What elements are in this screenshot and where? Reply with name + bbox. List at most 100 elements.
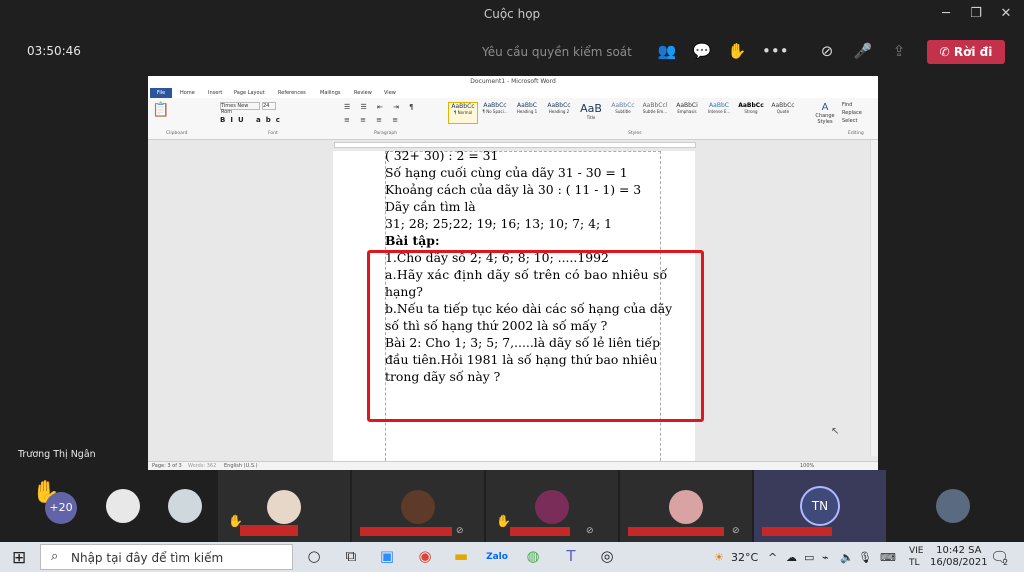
redacted-name: [762, 527, 832, 536]
style-strong[interactable]: AaBbCc Strong: [736, 102, 766, 124]
style-subtitle[interactable]: AaBbCc Subtitle: [608, 102, 638, 124]
style-intense-emphasis[interactable]: AaBbC Intense E...: [704, 102, 734, 124]
doc-line-heading: Bài tập:: [385, 233, 440, 248]
style-subtle-emphasis[interactable]: AaBbCcl Subtle Em...: [640, 102, 670, 124]
windows-start-icon[interactable]: ⊞: [12, 548, 26, 568]
battery-icon[interactable]: ▭: [804, 551, 814, 564]
style-normal[interactable]: AaBbCc ¶ Normal: [448, 102, 478, 124]
avatar[interactable]: [168, 489, 202, 523]
participant-tile-speaking[interactable]: TN: [754, 470, 886, 542]
word-title: Document1 - Microsoft Word: [148, 76, 878, 88]
app-icon[interactable]: ◎: [596, 547, 618, 567]
presenter-name: Trương Thị Ngân: [18, 449, 96, 460]
avatar: [535, 490, 569, 524]
status-language: English (U.S.): [224, 463, 258, 469]
notification-count: 2: [1003, 558, 1009, 567]
participant-tile[interactable]: ⊘: [352, 470, 484, 542]
doc-line: Khoảng cách của dãy là 30 : ( 11 - 1) = …: [385, 182, 642, 197]
taskbar-search-input[interactable]: ⌕ Nhập tại đây để tìm kiếm: [40, 544, 293, 570]
browser-icon[interactable]: ◍: [522, 547, 544, 567]
tab-file[interactable]: File: [150, 88, 172, 98]
replace-button[interactable]: Replace: [842, 109, 862, 117]
share-icon[interactable]: ⇪: [888, 42, 910, 62]
redacted-name: [240, 525, 298, 536]
leave-button[interactable]: ✆ Rời đi: [927, 40, 1005, 64]
ribbon-tabs: File Home Insert Page Layout References …: [148, 88, 878, 98]
status-words: Words: 362: [188, 463, 217, 469]
redacted-name: [628, 527, 724, 536]
paragraph-buttons[interactable]: ☰ ☰ ⇤ ⇥ ¶: [344, 103, 418, 111]
minimize-icon[interactable]: ─: [934, 6, 958, 21]
task-view-icon[interactable]: ⧉: [340, 547, 362, 567]
doc-line: Dãy cần tìm là: [385, 199, 476, 214]
doc-line: 31; 28; 25;22; 19; 16; 13; 10; 7; 4; 1: [385, 216, 612, 231]
mic-off-icon: ⊘: [732, 526, 740, 536]
request-control-button[interactable]: Yêu cầu quyền kiểm soát: [482, 45, 632, 59]
find-button[interactable]: Find: [842, 101, 862, 109]
raise-hand-icon: ✋: [496, 514, 511, 528]
mic-icon[interactable]: 🎤: [852, 42, 874, 62]
meeting-timer: 03:50:46: [27, 44, 81, 58]
weather-icon[interactable]: ☀: [714, 551, 724, 564]
tab-insert[interactable]: Insert: [208, 90, 222, 96]
group-clipboard: Clipboard: [166, 131, 188, 136]
teams-icon[interactable]: T: [560, 547, 582, 567]
style-title[interactable]: AaB Title: [576, 102, 606, 124]
tab-page-layout[interactable]: Page Layout: [234, 90, 265, 96]
select-button[interactable]: Select: [842, 117, 862, 125]
avatar: [267, 490, 301, 524]
avatar: [401, 490, 435, 524]
chat-icon[interactable]: 💬: [691, 42, 713, 62]
tab-home[interactable]: Home: [180, 90, 195, 96]
weather-temp[interactable]: 32°C: [731, 551, 758, 564]
doc-line: Số hạng cuối cùng của dãy 31 - 30 = 1: [385, 165, 628, 180]
group-styles: Styles: [628, 131, 642, 136]
style-emphasis[interactable]: AaBbCi Emphasis: [672, 102, 702, 124]
zoom-level[interactable]: 100%: [800, 463, 814, 469]
zoom-app-icon[interactable]: ▣: [376, 547, 398, 567]
file-explorer-icon[interactable]: ▬: [450, 547, 472, 567]
font-format-buttons[interactable]: BIU abc: [220, 116, 285, 124]
tab-mailings[interactable]: Mailings: [320, 90, 341, 96]
tab-review[interactable]: Review: [354, 90, 372, 96]
volume-icon[interactable]: 🔈: [840, 551, 854, 564]
tab-references[interactable]: References: [278, 90, 306, 96]
participant-tile[interactable]: ✋: [218, 470, 350, 542]
doc-line: ( 32+ 30) : 2 = 31: [385, 148, 499, 163]
avatar[interactable]: [106, 489, 140, 523]
camera-off-icon[interactable]: ⊘: [816, 42, 838, 62]
tray-chevron-icon[interactable]: ^: [768, 551, 777, 564]
participant-tile[interactable]: ⊘: [620, 470, 752, 542]
tab-view[interactable]: View: [384, 90, 396, 96]
paste-icon[interactable]: 📋: [152, 102, 169, 118]
maximize-icon[interactable]: ❐: [964, 6, 988, 21]
onedrive-icon[interactable]: ☁: [786, 551, 797, 564]
mic-tray-icon[interactable]: 🎙: [858, 551, 872, 564]
more-icon[interactable]: •••: [762, 42, 789, 62]
close-icon[interactable]: ✕: [994, 6, 1018, 21]
keyboard-icon[interactable]: ⌨: [880, 551, 896, 564]
redacted-name: [360, 527, 452, 536]
font-name-field[interactable]: Times New Rom: [220, 102, 260, 115]
change-styles-button[interactable]: A Change Styles: [814, 102, 836, 125]
annotation-rectangle: [367, 250, 704, 422]
avatar[interactable]: [936, 489, 970, 523]
style-quote[interactable]: AaBbCc Quote: [768, 102, 798, 124]
style-heading-2[interactable]: AaBbCc Heading 2: [544, 102, 574, 124]
more-participants-badge[interactable]: +20: [45, 492, 77, 524]
chrome-icon[interactable]: ◉: [414, 547, 436, 567]
style-heading-1[interactable]: AaBbC Heading 1: [512, 102, 542, 124]
vertical-scrollbar[interactable]: [870, 140, 878, 456]
language-indicator[interactable]: VIE TL: [909, 545, 924, 569]
participant-tile[interactable]: ✋ ⊘: [486, 470, 618, 542]
align-buttons[interactable]: ≡ ≡ ≡ ≡: [344, 116, 402, 124]
people-icon[interactable]: 👥: [656, 42, 678, 62]
network-icon[interactable]: ⌁: [822, 551, 829, 564]
zalo-icon[interactable]: Zalo: [486, 547, 508, 567]
style-no-spacing[interactable]: AaBbCc ¶ No Spaci...: [480, 102, 510, 124]
cortana-icon[interactable]: ○: [303, 547, 325, 567]
raise-hand-icon[interactable]: ✋: [726, 42, 748, 62]
clock[interactable]: 10:42 SA 16/08/2021: [930, 545, 988, 569]
status-page: Page: 3 of 3: [152, 463, 182, 469]
font-size-field[interactable]: 24: [262, 102, 276, 110]
